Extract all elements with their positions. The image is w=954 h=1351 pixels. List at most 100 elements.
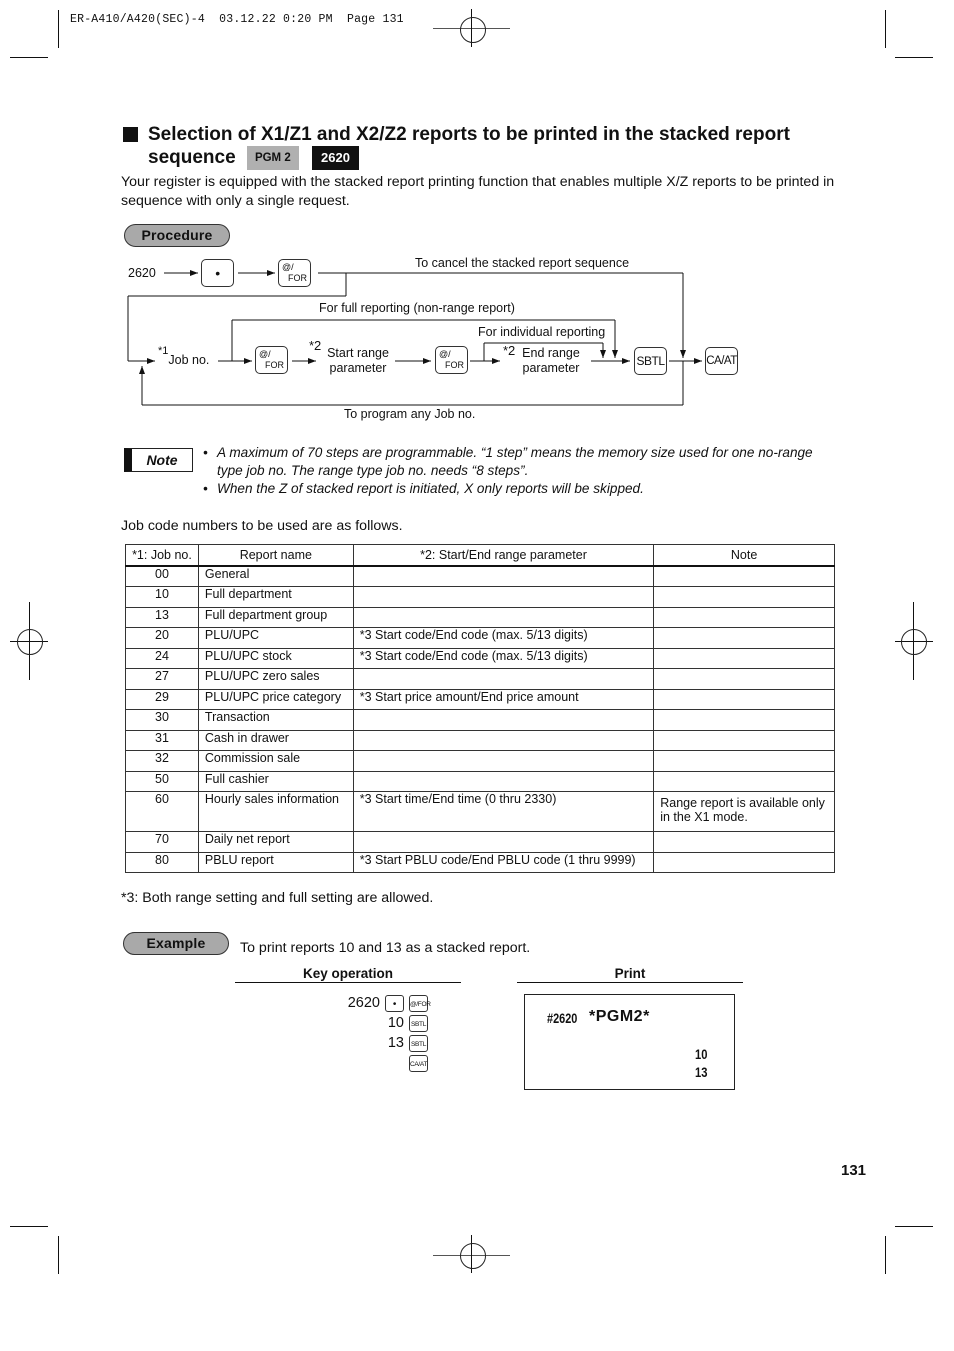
key-operation-row: 10 SBTL [280,1013,428,1033]
job-no-cell: 31 [125,729,199,751]
range-param-cell [352,668,655,690]
report-name-cell: Transaction [197,709,354,731]
receipt-print: #2620 *PGM2* 10 13 [524,994,735,1090]
note-cell [653,647,835,669]
report-name-cell: General [197,565,354,587]
start-range-label: Start range parameter [322,346,394,376]
job-no-cell: 70 [125,831,199,853]
for-key-3[interactable]: @/ FOR [435,346,468,374]
job-no-cell: 60 [125,791,199,832]
individual-reporting-label: For individual reporting [478,325,606,339]
range-param-cell [352,750,655,772]
table-row: 50 Full cashier [125,770,835,792]
for-key-bottom: FOR [288,273,307,283]
key-button[interactable]: SBTL [409,1034,428,1052]
job-no-cell: 00 [125,565,199,587]
job-no-mark: *1 [158,345,169,357]
table-row: 29 PLU/UPC price category *3 Start price a… [125,688,835,710]
end-range-mark: *2 [503,343,516,358]
range-param-cell: *3 Start code/End code (max. 5/13 digits… [352,627,655,649]
table-row: 31 Cash in drawer [125,729,835,751]
for-key-bottom: FOR [265,360,284,370]
job-code-table: *1: Job no. Report name *2: Start/End ra… [125,544,835,873]
full-reporting-label: For full reporting (non-range report) [319,301,515,315]
note-cell [653,750,835,772]
start-range-line2: parameter [329,361,387,375]
table-row: 13 Full department group [125,606,835,628]
range-param-cell [352,729,655,751]
key-button[interactable]: CA/AT [409,1054,428,1072]
note-cell [653,606,835,628]
note-list: • A maximum of 70 steps are programmable.… [203,444,828,498]
table-row: 32 Commission sale [125,750,835,772]
end-range-label: End range parameter [515,346,587,376]
for-key-bottom: FOR [445,360,464,370]
job-no-cell: 10 [125,586,199,608]
for-key[interactable]: @/ FOR [278,259,311,287]
job-no-cell: 24 [125,647,199,669]
note-cell [653,668,835,690]
job-no-cell: 30 [125,709,199,731]
range-param-cell: *3 Start code/End code (max. 5/13 digits… [352,647,655,669]
range-param-cell: *3 Start time/End time (0 thru 2330) [352,791,655,832]
job-no-label: *1Job no. [158,345,209,367]
for-key-top: @/ [259,349,271,359]
range-param-cell [352,606,655,628]
cancel-label: To cancel the stacked report sequence [415,256,630,270]
job-no-cell: 50 [125,770,199,792]
job-no-cell: 29 [125,688,199,710]
for-key-2[interactable]: @/ FOR [255,346,288,374]
receipt-line: 10 [695,1046,708,1062]
table-row: 80 PBLU report *3 Start PBLU code/End PBLU… [125,851,835,873]
point-key[interactable]: • [201,259,234,287]
report-name-cell: PLU/UPC zero sales [197,668,354,690]
range-param-cell: *3 Start PBLU code/End PBLU code (1 thru… [352,851,655,873]
table-row: 24 PLU/UPC stock *3 Start code/End code (m… [125,647,835,669]
table-row: 20 PLU/UPC *3 Start code/End code (max. 5/… [125,627,835,649]
start-range-line1: Start range [327,346,389,360]
report-name-cell: PLU/UPC [197,627,354,649]
note-label: Note [124,448,193,472]
footnote-3: *3: Both range setting and full setting … [121,890,434,906]
note-item: • When the Z of stacked report is initiat… [203,481,644,496]
table-row: 60 Hourly sales information *3 Start time/… [125,791,835,832]
caat-key[interactable]: CA/AT [705,347,738,375]
page-number: 131 [841,1162,867,1179]
job-no-cell: 80 [125,851,199,873]
report-name-cell: PLU/UPC price category [197,688,354,710]
receipt-mode: *PGM2* [589,1008,650,1025]
header-report-name: Report name [197,544,354,567]
start-range-mark: *2 [309,338,322,353]
key-button[interactable]: SBTL [409,1014,428,1032]
example-label: Example [123,932,229,955]
report-name-cell: Full department group [197,606,354,628]
header-job-no: *1: Job no. [125,544,199,567]
note-item: • A maximum of 70 steps are programmable.… [203,444,828,480]
note-cell [653,586,835,608]
job-no-cell: 13 [125,606,199,628]
for-key-top: @/ [439,349,451,359]
note-cell [653,688,835,710]
example-description: To print reports 10 and 13 as a stacked … [240,940,531,956]
job-no-cell: 32 [125,750,199,772]
end-range-line2: parameter [522,361,580,375]
table-intro: Job code numbers to be used are as follo… [121,518,403,534]
header-range-param: *2: Start/End range parameter [352,544,655,567]
key-operation-title: Key operation [235,966,461,983]
range-param-cell [352,565,655,587]
report-name-cell: Cash in drawer [197,729,354,751]
flow-lines [127,270,702,406]
report-name-cell: Full cashier [197,770,354,792]
note-cell [653,851,835,873]
key-operation-value: 10 [387,1015,404,1031]
report-name-cell: Daily net report [197,831,354,853]
report-name-cell: Commission sale [197,750,354,772]
receipt-lines: 10 13 [695,1045,707,1081]
key-button[interactable]: • [385,994,404,1012]
table-row: 00 General [125,565,835,587]
sbtl-key[interactable]: SBTL [634,347,667,375]
key-button[interactable]: @/FOR [409,994,431,1012]
table-row: 10 Full department [125,586,835,608]
note-item-text: When the Z of stacked report is initiate… [217,481,644,496]
table-row: 30 Transaction [125,709,835,731]
